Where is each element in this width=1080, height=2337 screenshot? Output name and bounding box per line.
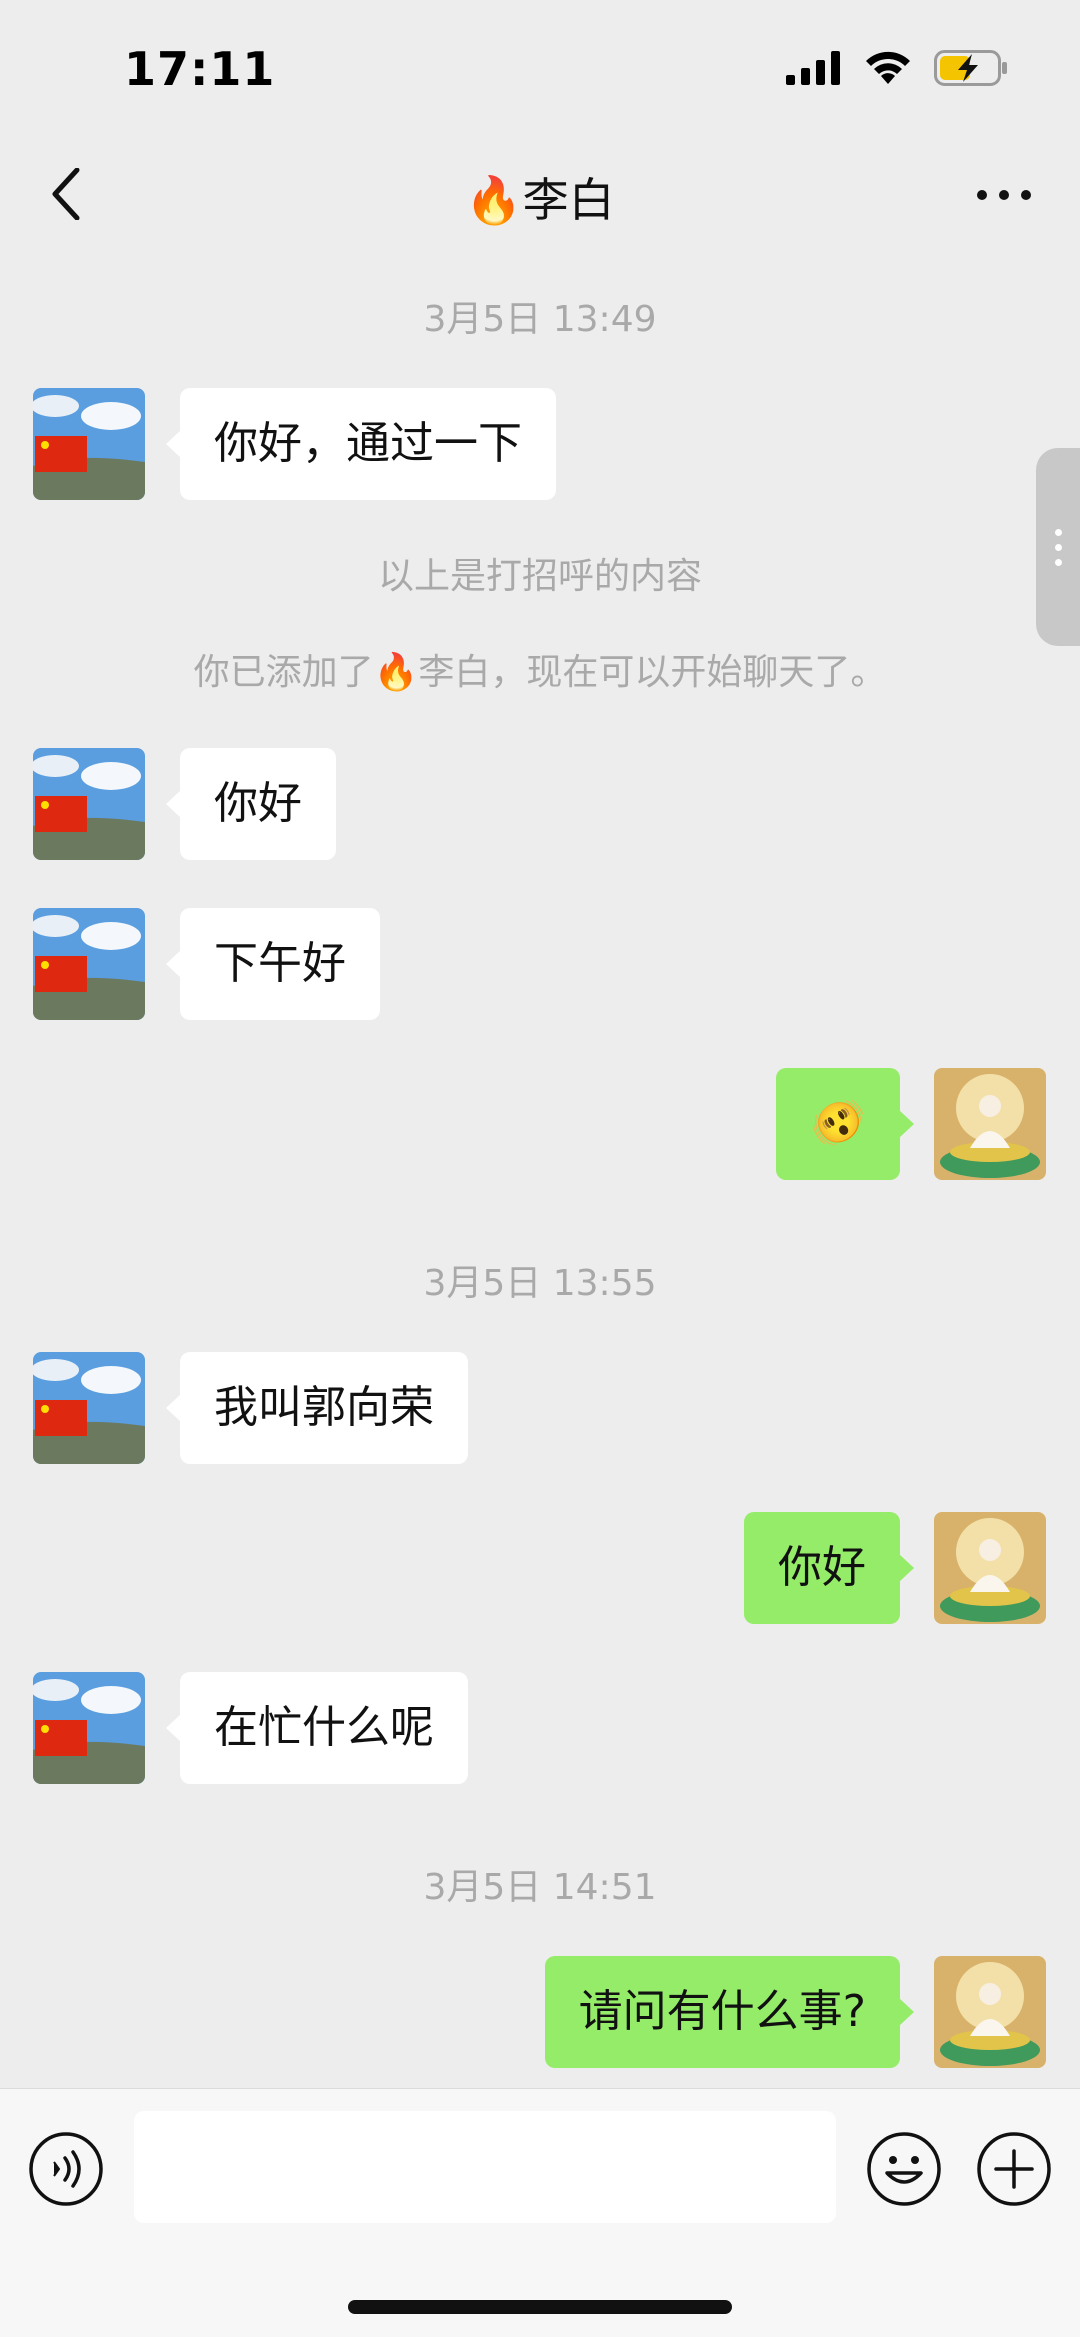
contact-avatar[interactable] xyxy=(33,1672,145,1784)
contact-avatar[interactable] xyxy=(33,908,145,1020)
message-bubble-outgoing-emoji[interactable]: 🫨 xyxy=(776,1068,914,1180)
message-bubble-incoming[interactable]: 我叫郭向荣 xyxy=(166,1352,468,1464)
voice-button[interactable] xyxy=(28,2131,104,2207)
message-bubble-outgoing[interactable]: 请问有什么事? xyxy=(544,1956,915,2068)
contact-avatar[interactable] xyxy=(33,1352,145,1464)
signal-icon xyxy=(786,51,840,85)
more-horizontal-icon xyxy=(977,190,1031,200)
emoji-button[interactable] xyxy=(866,2131,942,2207)
timestamp: 3月5日 13:55 xyxy=(423,1263,657,1304)
message-bubble-incoming[interactable]: 你好 xyxy=(166,748,336,860)
home-indicator[interactable] xyxy=(348,2300,732,2314)
message-bubble-incoming[interactable]: 你好，通过一下 xyxy=(166,388,556,500)
wifi-icon xyxy=(866,51,910,84)
more-functions-button[interactable] xyxy=(976,2131,1052,2207)
message-bubble-incoming[interactable]: 下午好 xyxy=(166,908,380,1020)
contact-avatar[interactable] xyxy=(33,748,145,860)
system-message: 你已添加了🔥李白，现在可以开始聊天了。 xyxy=(193,652,887,693)
battery-icon xyxy=(934,50,1007,86)
status-time: 17:11 xyxy=(124,42,276,96)
plus-circle-icon xyxy=(977,2132,1051,2206)
my-avatar[interactable] xyxy=(934,1956,1046,2068)
more-button[interactable] xyxy=(964,160,1044,230)
contact-avatar[interactable] xyxy=(33,388,145,500)
my-avatar[interactable] xyxy=(934,1068,1046,1180)
chat-title: 🔥李白 xyxy=(465,173,615,227)
status-icons xyxy=(786,50,1010,86)
nav-bar: 🔥李白 xyxy=(0,140,1080,250)
timestamp: 3月5日 14:51 xyxy=(423,1867,657,1908)
message-bubble-outgoing[interactable]: 你好 xyxy=(744,1512,914,1624)
timestamp: 3月5日 13:49 xyxy=(423,299,657,340)
message-input[interactable] xyxy=(134,2111,836,2223)
voice-icon xyxy=(29,2132,103,2206)
system-message: 以上是打招呼的内容 xyxy=(377,556,702,597)
message-bubble-incoming[interactable]: 在忙什么呢 xyxy=(166,1672,468,1784)
smiley-icon xyxy=(867,2132,941,2206)
status-bar: 17:11 xyxy=(0,0,1080,140)
my-avatar[interactable] xyxy=(934,1512,1046,1624)
